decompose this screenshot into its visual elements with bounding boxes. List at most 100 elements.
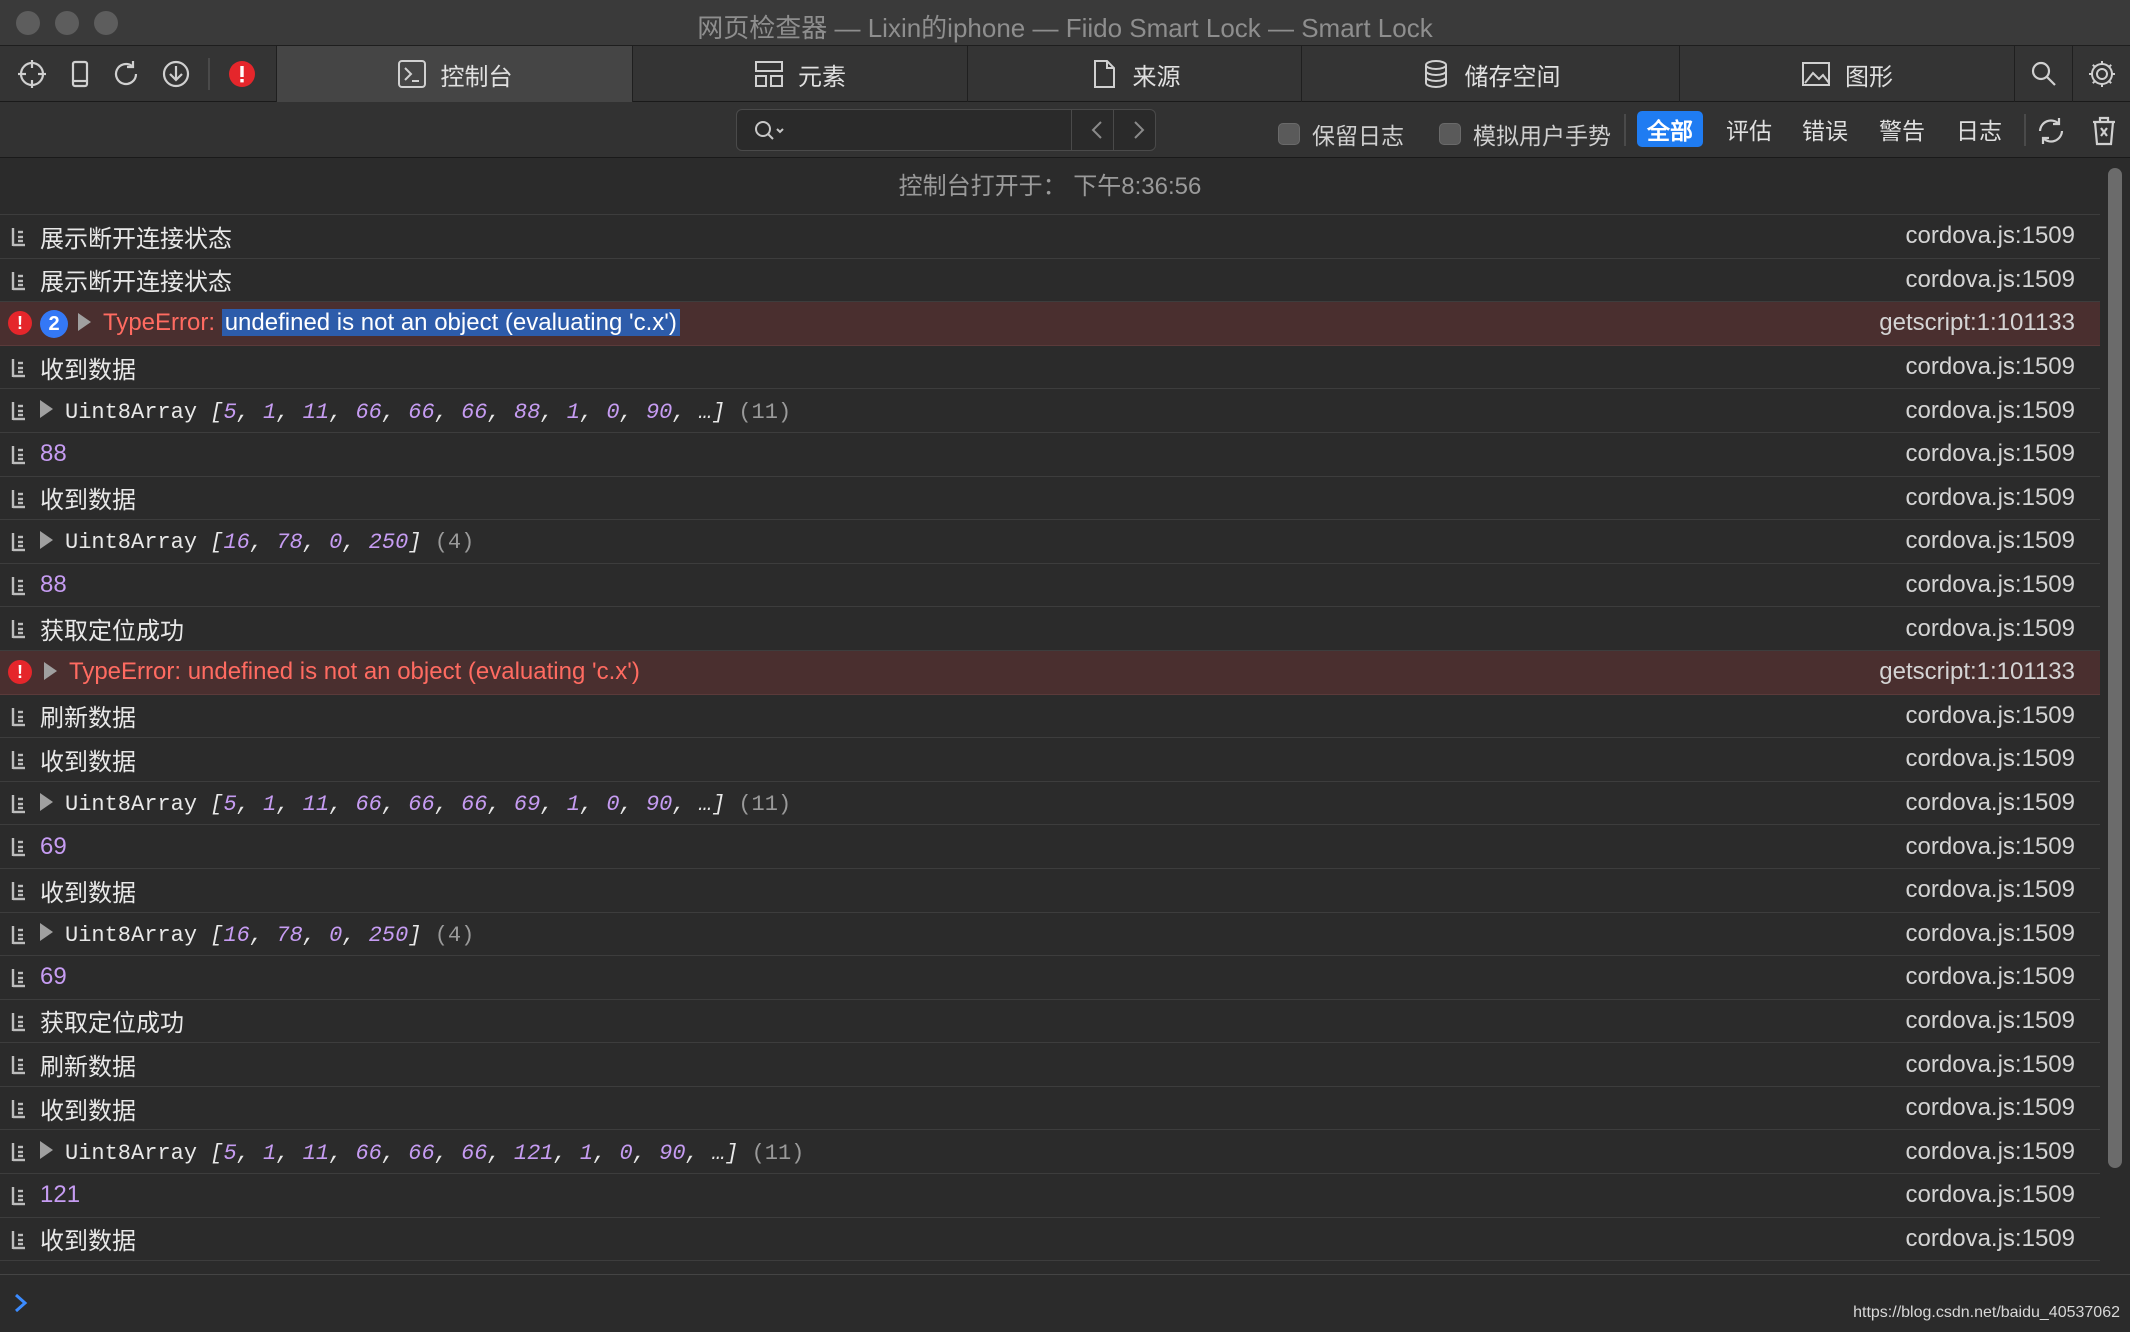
console-log-row[interactable]: 69 cordova.js:1509	[0, 956, 2100, 1000]
source-link[interactable]: cordova.js:1509	[1906, 702, 2075, 730]
console-log-row[interactable]: 收到数据 cordova.js:1509	[0, 869, 2100, 913]
array-preview: Uint8Array [5, 1, 11, 66, 66, 66, 69, 1,…	[65, 792, 791, 817]
array-separator: ,	[381, 1140, 409, 1166]
source-link[interactable]: cordova.js:1509	[1906, 833, 2075, 861]
console-log-row[interactable]: 获取定位成功 cordova.js:1509	[0, 607, 2100, 651]
device-icon[interactable]	[60, 54, 100, 94]
disclosure-triangle-icon[interactable]	[40, 1141, 53, 1160]
console-log-row[interactable]: 刷新数据 cordova.js:1509	[0, 695, 2100, 739]
console-log-row[interactable]: Uint8Array [16, 78, 0, 250] (4) cordova.j…	[0, 520, 2100, 564]
console-log-row[interactable]: Uint8Array [5, 1, 11, 66, 66, 66, 69, 1,…	[0, 782, 2100, 826]
source-link[interactable]: cordova.js:1509	[1906, 1225, 2075, 1253]
refresh-icon[interactable]	[2034, 114, 2068, 148]
source-link[interactable]: cordova.js:1509	[1906, 266, 2075, 294]
message: Uint8Array [16, 78, 0, 250] (4)	[40, 920, 474, 948]
source-link[interactable]: cordova.js:1509	[1906, 615, 2075, 643]
crosshair-icon[interactable]	[12, 54, 52, 94]
tab-graphics[interactable]: 图形	[1679, 46, 2014, 102]
array-count: (11)	[751, 1140, 805, 1166]
tab-sources[interactable]: 来源	[967, 46, 1301, 102]
source-link[interactable]: cordova.js:1509	[1906, 963, 2075, 991]
source-link[interactable]: cordova.js:1509	[1906, 920, 2075, 948]
console-log-row[interactable]: 刷新数据 cordova.js:1509	[0, 1043, 2100, 1087]
source-link[interactable]: cordova.js:1509	[1906, 527, 2075, 555]
source-link[interactable]: cordova.js:1509	[1906, 222, 2075, 250]
tab-elements[interactable]: 元素	[632, 46, 967, 102]
array-separator: ,	[579, 792, 607, 818]
array-separator: ,	[236, 399, 264, 425]
previous-match-button[interactable]	[1071, 110, 1113, 150]
source-link[interactable]: getscript:1:101133	[1879, 309, 2075, 337]
source-link[interactable]: cordova.js:1509	[1906, 440, 2075, 468]
source-link[interactable]: cordova.js:1509	[1906, 1051, 2075, 1079]
console-log-row[interactable]: 展示断开连接状态 cordova.js:1509	[0, 259, 2100, 303]
disclosure-triangle-icon[interactable]	[44, 661, 57, 680]
search-tab[interactable]	[2014, 46, 2072, 102]
chevron-left-icon	[1091, 121, 1102, 139]
array-separator: ,	[434, 792, 462, 818]
source-link[interactable]: cordova.js:1509	[1906, 1094, 2075, 1122]
disclosure-triangle-icon[interactable]	[40, 400, 53, 419]
console-log-row[interactable]: 收到数据 cordova.js:1509	[0, 477, 2100, 521]
source-link[interactable]: cordova.js:1509	[1906, 397, 2075, 425]
trash-icon[interactable]	[2087, 114, 2121, 148]
source-link[interactable]: cordova.js:1509	[1906, 789, 2075, 817]
console-log-row[interactable]: 88 cordova.js:1509	[0, 433, 2100, 477]
source-link[interactable]: cordova.js:1509	[1906, 571, 2075, 599]
source-link[interactable]: cordova.js:1509	[1906, 1181, 2075, 1209]
tab-console[interactable]: 控制台	[276, 46, 632, 102]
source-link[interactable]: cordova.js:1509	[1906, 876, 2075, 904]
source-link[interactable]: getscript:1:101133	[1879, 658, 2075, 686]
disclosure-triangle-icon[interactable]	[40, 531, 53, 550]
console-log-row[interactable]: 收到数据 cordova.js:1509	[0, 1218, 2100, 1262]
array-preview: Uint8Array [16, 78, 0, 250] (4)	[65, 530, 474, 555]
level-evaluations-button[interactable]: 评估	[1716, 111, 1782, 147]
preserve-log-checkbox[interactable]: 保留日志	[1278, 117, 1404, 151]
next-match-button[interactable]	[1113, 110, 1155, 150]
source-link[interactable]: cordova.js:1509	[1906, 484, 2075, 512]
error-message: undefined is not an object (evaluating '…	[187, 658, 640, 686]
array-item: 66	[408, 1140, 435, 1166]
console-log-row[interactable]: Uint8Array [16, 78, 0, 250] (4) cordova.j…	[0, 913, 2100, 957]
console-error-row[interactable]: ! 2 TypeError: undefined is not an object …	[0, 302, 2100, 346]
tab-console-label: 控制台	[440, 63, 513, 91]
source-link[interactable]: cordova.js:1509	[1906, 745, 2075, 773]
array-separator: ,	[342, 922, 369, 948]
disclosure-triangle-icon[interactable]	[78, 312, 91, 331]
console-log-row[interactable]: 获取定位成功 cordova.js:1509	[0, 1000, 2100, 1044]
level-all-button[interactable]: 全部	[1637, 111, 1703, 147]
console-log-row[interactable]: 121 cordova.js:1509	[0, 1174, 2100, 1218]
source-link[interactable]: cordova.js:1509	[1906, 1007, 2075, 1035]
source-link[interactable]: cordova.js:1509	[1906, 1138, 2075, 1166]
array-item: 0	[329, 922, 343, 948]
console-log-row[interactable]: 展示断开连接状态 cordova.js:1509	[0, 215, 2100, 259]
console-log-row[interactable]: 收到数据 cordova.js:1509	[0, 738, 2100, 782]
settings-tab[interactable]	[2072, 46, 2130, 102]
console-log-row[interactable]: 69 cordova.js:1509	[0, 825, 2100, 869]
error-indicator-icon[interactable]	[222, 54, 262, 94]
console-log-row[interactable]: 收到数据 cordova.js:1509	[0, 1087, 2100, 1131]
level-errors-button[interactable]: 错误	[1792, 111, 1858, 147]
level-warnings-button[interactable]: 警告	[1869, 111, 1935, 147]
source-link[interactable]: cordova.js:1509	[1906, 353, 2075, 381]
disclosure-triangle-icon[interactable]	[40, 792, 53, 811]
array-item: 5	[223, 1140, 237, 1166]
search-input[interactable]	[797, 114, 1087, 146]
console-error-row[interactable]: ! TypeError: undefined is not an object (…	[0, 650, 2100, 695]
reload-icon[interactable]	[106, 54, 146, 94]
search-icon	[2031, 61, 2056, 86]
scrollbar-thumb[interactable]	[2108, 168, 2122, 1168]
console-prompt[interactable]: https://blog.csdn.net/baidu_40537062	[0, 1274, 2130, 1332]
disclosure-triangle-icon[interactable]	[40, 923, 53, 942]
console-log-row[interactable]: 88 cordova.js:1509	[0, 564, 2100, 608]
download-icon[interactable]	[156, 54, 196, 94]
tab-storage[interactable]: 储存空间	[1301, 46, 1679, 102]
array-item: 66	[355, 792, 382, 818]
emulate-gesture-checkbox[interactable]: 模拟用户手势	[1439, 117, 1611, 151]
level-logs-button[interactable]: 日志	[1946, 111, 2012, 147]
console-log-row[interactable]: Uint8Array [5, 1, 11, 66, 66, 66, 121, 1…	[0, 1130, 2100, 1175]
array-item: …	[711, 1140, 726, 1166]
console-log-row[interactable]: 收到数据 cordova.js:1509	[0, 346, 2100, 390]
console-log-row[interactable]: Uint8Array [5, 1, 11, 66, 66, 66, 88, 1,…	[0, 389, 2100, 433]
log-icon	[10, 749, 28, 771]
